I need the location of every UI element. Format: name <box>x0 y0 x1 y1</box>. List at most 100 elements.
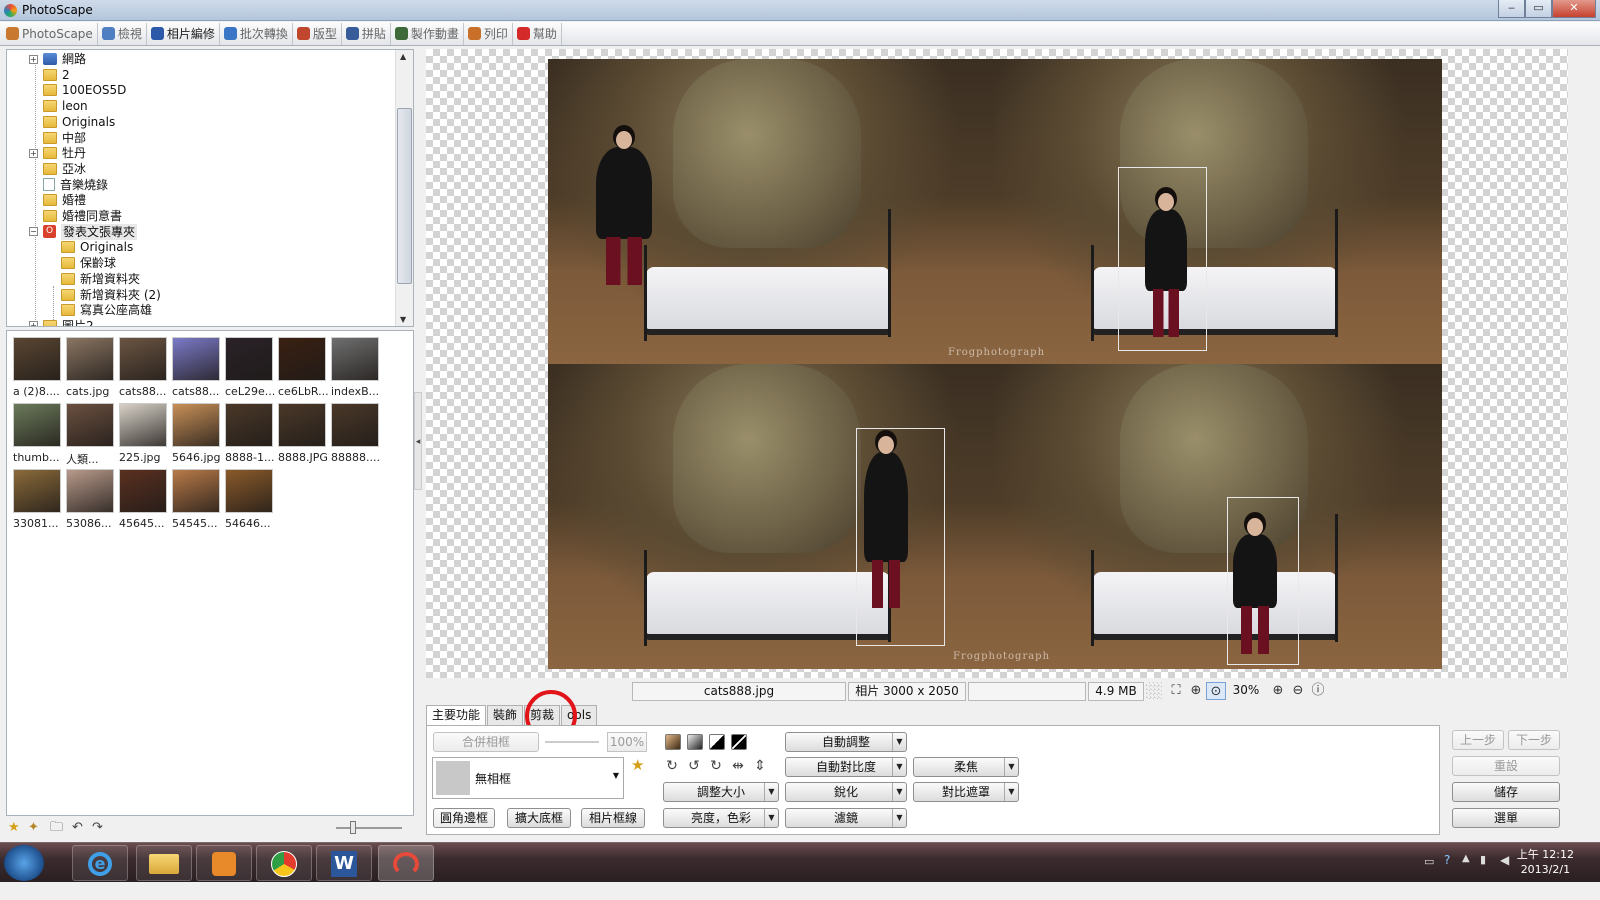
tree-item[interactable]: leon <box>29 98 88 114</box>
folder-tree[interactable]: + 網路 2 100EOS5D leon Originals 中部 + 牡丹 亞冰 音樂燒錄 婚禮 婚禮… <box>6 49 414 327</box>
tree-item[interactable]: 新增資料夾 (2) <box>47 287 161 303</box>
tree-item[interactable]: − O 發表文張專夾 <box>29 223 138 240</box>
soften-button[interactable]: 柔焦 ▼ <box>913 757 1019 777</box>
thumbnail-item[interactable]: 5646.jpg <box>170 403 222 465</box>
auto-contrast-dropdown-icon[interactable]: ▼ <box>892 758 906 776</box>
tree-item[interactable]: + 牡丹 <box>29 145 86 161</box>
thumbnail-item[interactable]: 88888.... <box>329 403 381 465</box>
panel-splitter[interactable]: ◂ <box>414 392 422 490</box>
tone-invert-icon[interactable] <box>731 734 747 750</box>
thumbnail-item[interactable]: 8888-1... <box>223 403 275 465</box>
info-icon[interactable]: ⓘ <box>1308 682 1328 700</box>
tree-item[interactable]: 音樂燒錄 <box>29 177 108 193</box>
redo-button[interactable]: 下一步 <box>1508 730 1560 750</box>
flip-horizontal-icon[interactable]: ⇹ <box>729 758 747 774</box>
percent-field[interactable]: 100% <box>607 732 647 752</box>
thumbnail-item[interactable]: cats.jpg <box>64 337 116 399</box>
zoom-in-icon[interactable]: ⊕ <box>1268 682 1288 700</box>
tree-item[interactable]: 中部 <box>29 130 86 146</box>
tree-scrollbar[interactable]: ▲ ▼ <box>395 50 413 326</box>
thumbnail-item[interactable]: 45645... <box>117 469 169 531</box>
favorite-star-icon[interactable]: ★ <box>8 821 23 835</box>
resize-dropdown-icon[interactable]: ▼ <box>764 783 778 801</box>
slider-handle[interactable] <box>350 821 356 834</box>
tree-item[interactable]: 保齡球 <box>47 255 116 271</box>
menu-item-1[interactable]: 檢視 <box>98 22 147 45</box>
menu-item-0[interactable]: PhotoScape <box>2 22 98 45</box>
sharpen-button[interactable]: 銳化 ▼ <box>785 782 907 802</box>
soften-dropdown-icon[interactable]: ▼ <box>1004 758 1018 776</box>
photo-frame-button[interactable]: 相片框線 <box>581 808 645 828</box>
filter-dropdown-icon[interactable]: ▼ <box>892 809 906 827</box>
volume-icon[interactable]: ◀ <box>1500 853 1509 867</box>
minimize-button[interactable]: ‒ <box>1498 0 1525 18</box>
menu-item-8[interactable]: 幫助 <box>513 22 562 45</box>
menu-item-5[interactable]: 拼貼 <box>342 22 391 45</box>
thumbnail-item[interactable]: cats88... <box>170 337 222 399</box>
round-frame-button[interactable]: 圓角邊框 <box>433 808 495 828</box>
network-signal-icon[interactable]: ▮ <box>1480 853 1486 866</box>
explorer-taskbar-icon[interactable] <box>136 845 192 881</box>
tone-sepia-icon[interactable] <box>665 734 681 750</box>
selection-box[interactable] <box>856 428 945 646</box>
scroll-up-icon[interactable]: ▲ <box>400 52 406 61</box>
thumbnail-item[interactable]: 53086... <box>64 469 116 531</box>
frame-opacity-slider[interactable] <box>545 741 599 743</box>
tree-item[interactable]: + 網路 <box>29 51 86 67</box>
thumbnail-item[interactable]: 8888.JPG <box>276 403 328 465</box>
tree-item[interactable]: 2 <box>29 67 70 83</box>
contrast-mask-dropdown-icon[interactable]: ▼ <box>1004 783 1018 801</box>
show-hidden-icon[interactable]: ▲ <box>1462 853 1470 864</box>
back-icon[interactable]: ↶ <box>72 821 87 835</box>
reset-button[interactable]: 重設 <box>1452 756 1560 776</box>
tree-item[interactable]: 亞冰 <box>29 161 86 177</box>
thumbnail-item[interactable]: 54545... <box>170 469 222 531</box>
tree-scroll-thumb[interactable] <box>397 108 412 284</box>
menu-item-2[interactable]: 相片編修 <box>147 22 220 45</box>
menu-item-4[interactable]: 版型 <box>293 22 342 45</box>
menu-item-6[interactable]: 製作動畫 <box>391 22 464 45</box>
tree-item[interactable]: 新增資料夾 <box>47 271 140 287</box>
tree-item[interactable]: 寫真公座高雄 <box>47 302 152 318</box>
menu-button[interactable]: 選單 <box>1452 808 1560 828</box>
tree-item[interactable]: 婚禮同意書 <box>29 208 122 224</box>
actual-size-icon[interactable]: ⊕ <box>1186 682 1206 700</box>
selection-box[interactable] <box>1227 497 1299 665</box>
fit-screen-icon[interactable]: ⛶ <box>1166 682 1186 700</box>
thumbnail-item[interactable]: ce6LbR... <box>276 337 328 399</box>
forward-icon[interactable]: ↷ <box>92 821 107 835</box>
tree-item[interactable]: + 圖片2 <box>29 318 94 326</box>
selection-box[interactable] <box>1118 167 1207 351</box>
expand-frame-button[interactable]: 擴大底框 <box>507 808 571 828</box>
expand-toggle-icon[interactable]: + <box>29 54 38 64</box>
thumbnail-item[interactable]: 54646... <box>223 469 275 531</box>
filter-button[interactable]: 濾鏡 ▼ <box>785 808 907 828</box>
save-button[interactable]: 儲存 <box>1452 782 1560 802</box>
keyboard-icon[interactable]: ▭ <box>1424 855 1434 868</box>
brightness-dropdown-icon[interactable]: ▼ <box>764 809 778 827</box>
thumbnail-item[interactable]: ceL29e... <box>223 337 275 399</box>
resize-button[interactable]: 調整大小 ▼ <box>663 782 779 802</box>
photo-preview[interactable]: Frogphotograph Frogphotograph <box>548 59 1442 669</box>
tone-gray-icon[interactable] <box>687 734 703 750</box>
tab-1[interactable]: 裝飾 <box>487 705 524 725</box>
menu-item-3[interactable]: 批次轉換 <box>220 22 293 45</box>
thumbnail-item[interactable]: 人類... <box>64 403 116 466</box>
clock[interactable]: 上午 12:12 2013/2/1 <box>1517 847 1574 877</box>
maximize-button[interactable]: ▭ <box>1525 0 1552 18</box>
chrome-taskbar-icon[interactable] <box>256 845 312 881</box>
open-folder-icon[interactable]: 🗀 <box>50 821 65 835</box>
thumbnail-item[interactable]: cats88... <box>117 337 169 399</box>
zoom-fit-icon[interactable]: ⊙ <box>1206 682 1226 700</box>
auto-adjust-dropdown-icon[interactable]: ▼ <box>892 733 906 751</box>
zoom-out-icon[interactable]: ⊖ <box>1288 682 1308 700</box>
favorites-folder-icon[interactable]: ✦ <box>28 821 43 835</box>
media-player-taskbar-icon[interactable] <box>196 845 252 881</box>
menu-item-7[interactable]: 列印 <box>464 22 513 45</box>
sharpen-dropdown-icon[interactable]: ▼ <box>892 783 906 801</box>
thumbnail-item[interactable]: 33081... <box>11 469 63 531</box>
photoscape-taskbar-icon[interactable] <box>378 845 434 881</box>
thumbnail-item[interactable]: 225.jpg <box>117 403 169 465</box>
tree-item[interactable]: 100EOS5D <box>29 82 126 98</box>
thumbnail-item[interactable]: indexB... <box>329 337 381 399</box>
